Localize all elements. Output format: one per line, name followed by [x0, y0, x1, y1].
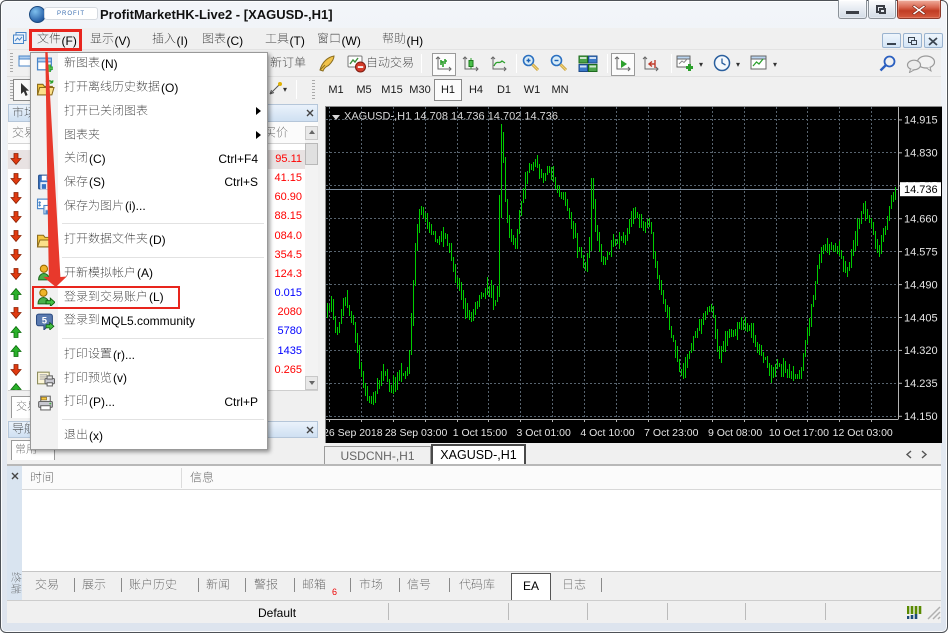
- svg-text:14.235: 14.235: [904, 378, 938, 390]
- svg-text:14.915: 14.915: [904, 115, 938, 127]
- svg-text:9 Oct 08:00: 9 Oct 08:00: [708, 427, 762, 439]
- svg-text:26 Sep 2018: 26 Sep 2018: [326, 427, 383, 439]
- svg-text:1 Oct 15:00: 1 Oct 15:00: [453, 427, 507, 439]
- svg-text:12 Oct 03:00: 12 Oct 03:00: [833, 427, 893, 439]
- svg-text:10 Oct 17:00: 10 Oct 17:00: [769, 427, 829, 439]
- svg-text:14.575: 14.575: [904, 246, 938, 258]
- svg-text:7 Oct 23:00: 7 Oct 23:00: [644, 427, 698, 439]
- svg-text:14.320: 14.320: [904, 345, 938, 357]
- svg-text:XAGUSD-,H1 14.708 14.736 14.7: XAGUSD-,H1 14.708 14.736 14.702 14.736: [344, 111, 558, 123]
- svg-text:14.830: 14.830: [904, 148, 938, 160]
- svg-text:28 Sep 03:00: 28 Sep 03:00: [385, 427, 448, 439]
- svg-text:14.660: 14.660: [904, 214, 938, 226]
- svg-text:14.736: 14.736: [904, 184, 938, 196]
- svg-text:3 Oct 01:00: 3 Oct 01:00: [517, 427, 571, 439]
- svg-text:14.405: 14.405: [904, 312, 938, 324]
- svg-text:14.150: 14.150: [904, 411, 938, 423]
- svg-text:4 Oct 10:00: 4 Oct 10:00: [580, 427, 634, 439]
- svg-text:14.490: 14.490: [904, 279, 938, 291]
